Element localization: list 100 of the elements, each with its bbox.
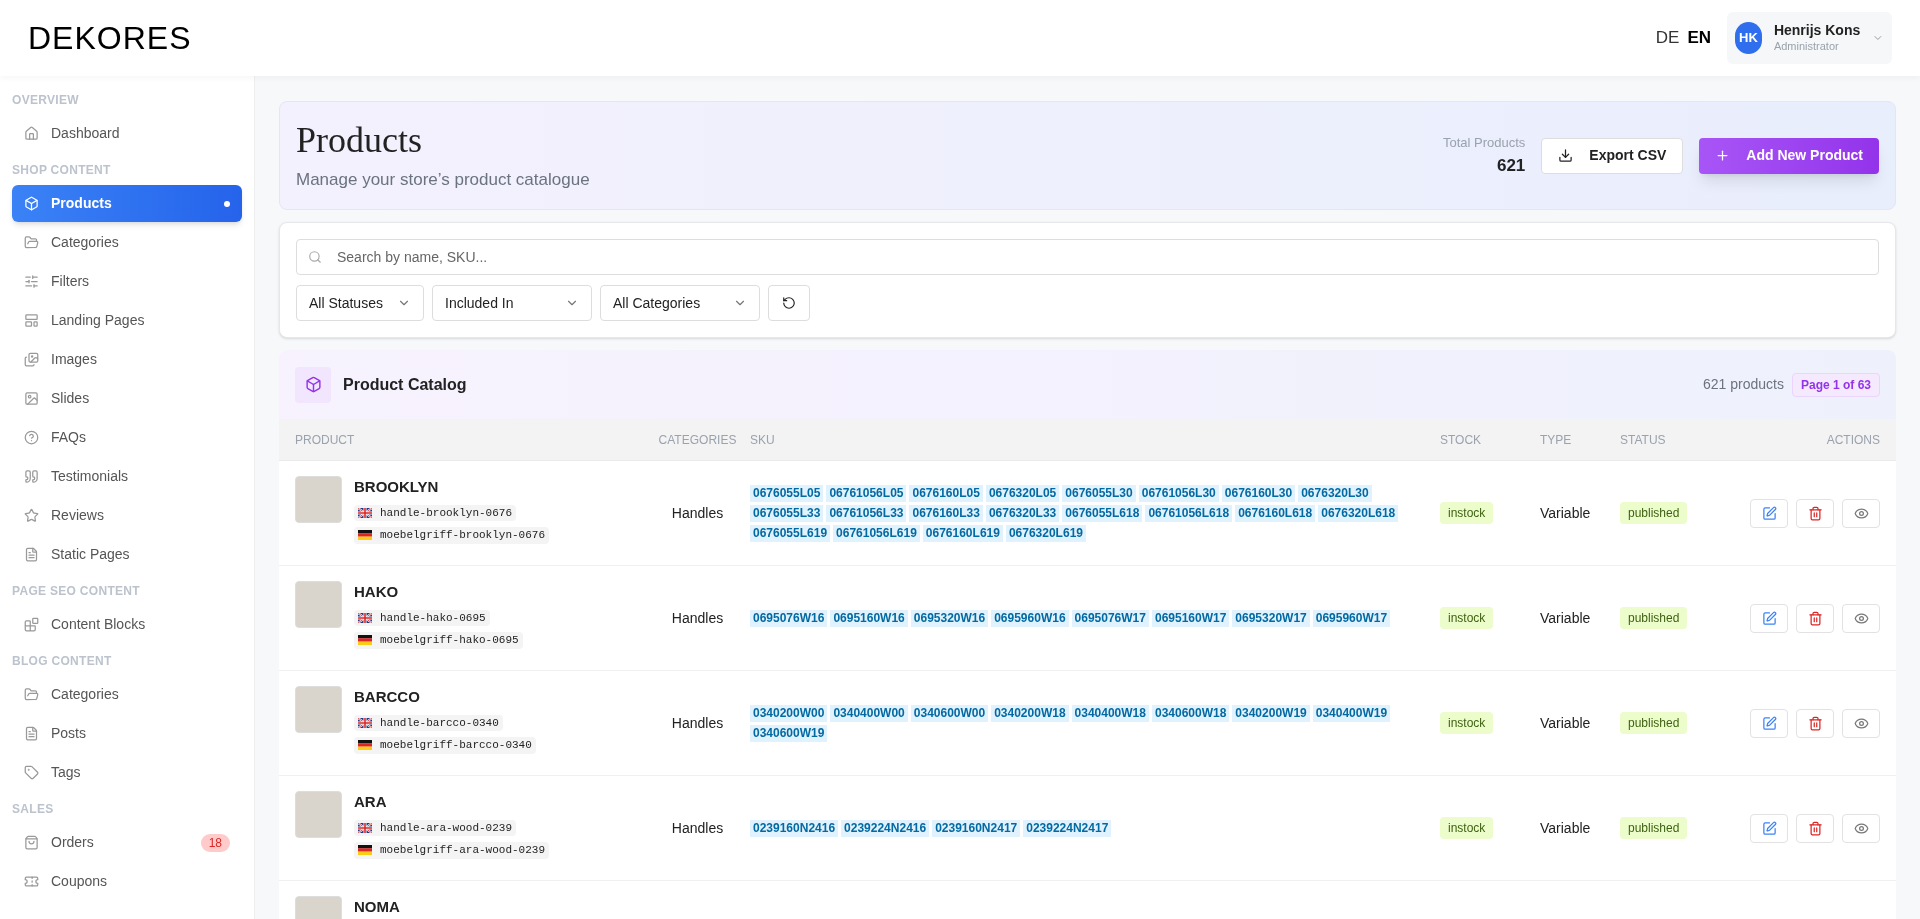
sliders-icon [24,274,39,289]
product-photo-placeholder [295,476,342,523]
sku-tag: 0676320L33 [985,504,1060,522]
column-header: STATUS [1620,431,1667,449]
user-menu[interactable]: HK Henrijs Kons Administrator [1727,12,1892,64]
folder-icon [24,687,39,702]
search-field[interactable]: Search by name, SKU... [296,239,1879,275]
sku-tag: 0676160L30 [1221,484,1296,502]
status-badge: published [1620,502,1688,524]
column-header: STOCK [1440,431,1483,449]
sidebar-item[interactable]: Landing Pages [12,302,242,339]
sku-tag: 0676320L30 [1298,484,1372,502]
sidebar-item[interactable]: Products [12,185,242,222]
sku-tag: 0676055L33 [750,504,824,522]
view-button[interactable] [1842,708,1880,738]
sku-tag: 0695960W17 [1312,609,1391,627]
bag-icon [24,835,39,850]
product-name: BARCCO [354,687,421,707]
slug-tag: handle-barcco-0340 [354,714,503,731]
sidebar-item[interactable]: Filters [12,263,242,300]
section-heading: SALES [12,801,55,818]
sku-tag: 0676160L618 [1235,504,1316,522]
sidebar-item[interactable]: Images [12,341,242,378]
view-button[interactable] [1842,813,1880,843]
sidebar-item[interactable]: Content Blocks [12,606,242,643]
tag-icon [24,765,39,780]
slug-tag: moebelgriff-ara-wood-0239 [354,842,550,859]
sidebar-item[interactable]: Testimonials [12,458,242,495]
sku-tag: 0676160L33 [909,504,983,522]
product-photo-placeholder [295,686,342,733]
delete-button[interactable] [1796,708,1834,738]
flag-icon [358,822,372,833]
edit-button[interactable] [1750,603,1788,633]
sku-tag: 0239224N2417 [1023,819,1112,837]
view-button[interactable] [1842,498,1880,528]
reset-icon [782,296,796,310]
add-product-button[interactable]: Add New Product [1699,137,1879,174]
sku-tag: 0340400W00 [830,704,908,722]
category-cell-text: Handles [671,713,724,733]
sku-tag: 0239160N2417 [932,819,1021,837]
sidebar-item[interactable]: Slides [12,380,242,417]
sidebar-item[interactable]: FAQs [12,419,242,456]
sku-tag: 0340400W18 [1071,704,1149,722]
trash-icon [1807,505,1823,521]
filter-dropdown[interactable]: Included In [432,285,592,321]
slug-tag: moebelgriff-hako-0695 [354,632,523,649]
view-button[interactable] [1842,603,1880,633]
sku-tag: 06761056L33 [826,504,907,522]
reset-button[interactable] [768,285,810,321]
sku-tag: 06761056L618 [1145,504,1233,522]
sku-tag: 0676160L05 [909,484,983,502]
sidebar-item[interactable]: Static Pages [12,536,242,573]
delete-button[interactable] [1796,603,1834,633]
eye-icon [1853,505,1869,521]
export-button[interactable]: Export CSV [1541,137,1684,174]
slug-tag: handle-hako-0695 [354,609,490,626]
image-icon [24,391,39,406]
sidebar-item[interactable]: Tags [12,754,242,791]
sidebar-item[interactable]: Dashboard [12,115,242,152]
eye-icon [1853,820,1869,836]
sidebar-item[interactable]: Categories [12,224,242,261]
blocks-icon [24,617,39,632]
flag-icon [358,530,372,541]
home-icon [24,126,39,141]
delete-button[interactable] [1796,498,1834,528]
flag-icon [358,612,372,623]
edit-button[interactable] [1750,813,1788,843]
language-button[interactable]: DE [1655,25,1680,51]
stock-badge: instock [1440,817,1494,839]
sidebar-item[interactable]: Reviews [12,497,242,534]
trash-icon [1807,820,1823,836]
logo[interactable]: DEKORES [28,14,192,62]
folder-icon [24,235,39,250]
section-heading: OVERVIEW [12,92,80,109]
sidebar-item[interactable]: Orders 18 [12,824,242,861]
edit-button[interactable] [1750,498,1788,528]
delete-button[interactable] [1796,813,1834,843]
edit-icon [1761,610,1777,626]
edit-button[interactable] [1750,708,1788,738]
sku-tag: 0340200W19 [1232,704,1310,722]
section-heading: PAGE SEO CONTENT [12,583,141,600]
sku-tag: 0340600W00 [910,704,989,722]
filter-dropdown[interactable]: All Categories [600,285,760,321]
catalog-title: Product Catalog [343,374,467,395]
page-badge: Page 1 of 63 [1791,372,1880,397]
sku-tag: 0239224N2416 [841,819,930,837]
star-icon [24,508,39,523]
sku-tag: 0676055L30 [1062,484,1136,502]
sku-tag: 0676055L619 [750,524,831,542]
slug-tag: handle-brooklyn-0676 [354,504,517,521]
sidebar-item[interactable]: Coupons [12,863,242,900]
document-icon [24,547,39,562]
plus-icon [1715,148,1731,163]
filter-dropdown[interactable]: All Statuses [296,285,424,321]
sidebar-item[interactable]: Posts [12,715,242,752]
category-cell-text: Handles [671,608,724,628]
edit-icon [1761,505,1777,521]
sidebar-item[interactable]: Categories [12,676,242,713]
column-header: PRODUCT [295,431,356,449]
language-button[interactable]: EN [1687,25,1711,51]
